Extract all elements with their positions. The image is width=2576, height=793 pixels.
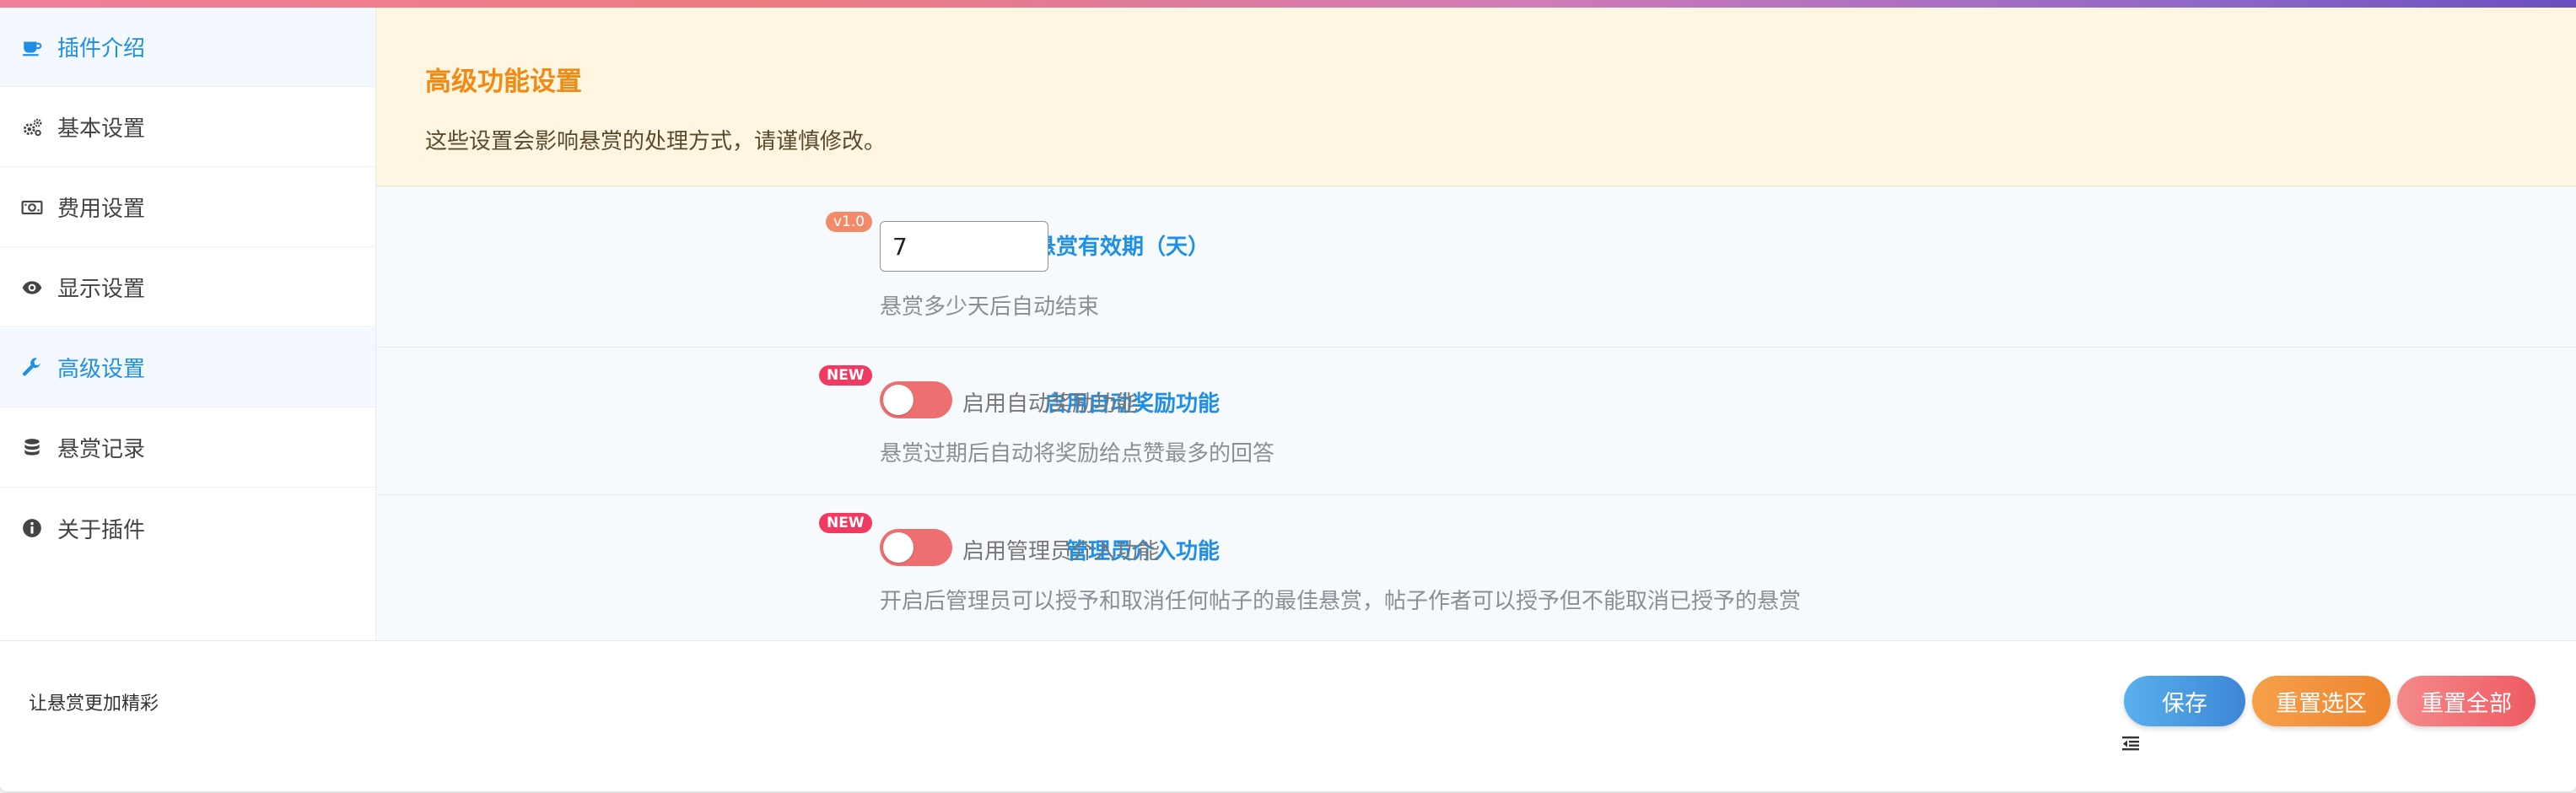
reset-section-button[interactable]: 重置选区 xyxy=(2252,676,2390,726)
new-badge: NEW xyxy=(819,365,872,386)
cogs-icon xyxy=(20,116,44,139)
sidebar-item-intro[interactable]: 插件介绍 xyxy=(0,8,375,87)
field-label-expiry: 悬赏有效期（天） xyxy=(1033,235,1210,260)
save-button[interactable]: 保存 xyxy=(2124,676,2245,726)
info-icon xyxy=(20,516,44,540)
main-content: 高级功能设置 这些设置会影响悬赏的处理方式，请谨慎修改。 悬赏有效期（天） v1… xyxy=(376,8,2576,640)
database-icon xyxy=(20,436,44,460)
sidebar-item-label: 显示设置 xyxy=(57,277,146,302)
notice-box: 高级功能设置 这些设置会影响悬赏的处理方式，请谨慎修改。 xyxy=(376,8,2576,186)
wrench-icon xyxy=(20,356,44,380)
sidebar: 插件介绍 基本设置 费用设置 显示设置 高级设置 悬赏记录 关于插件 xyxy=(0,8,376,640)
sidebar-item-basic[interactable]: 基本设置 xyxy=(0,88,375,167)
sidebar-item-label: 插件介绍 xyxy=(57,36,146,62)
admin-intervene-toggle[interactable] xyxy=(880,529,952,566)
sidebar-item-label: 悬赏记录 xyxy=(57,437,146,462)
sidebar-item-display[interactable]: 显示设置 xyxy=(0,248,375,327)
version-badge: v1.0 xyxy=(826,212,873,232)
money-icon xyxy=(20,196,44,219)
field-description-admin-intervene: 开启后管理员可以授予和取消任何帖子的最佳悬赏，帖子作者可以授予但不能取消已授予的… xyxy=(880,589,1802,614)
collapse-menu-icon[interactable] xyxy=(2121,733,2141,753)
sidebar-item-label: 基本设置 xyxy=(57,116,146,142)
field-description-expiry: 悬赏多少天后自动结束 xyxy=(880,294,1100,320)
coffee-icon xyxy=(20,35,44,59)
admin-intervene-toggle-label[interactable]: 启用管理员介入功能 xyxy=(962,534,1160,565)
settings-panel: 插件介绍 基本设置 费用设置 显示设置 高级设置 悬赏记录 关于插件 高级功能设… xyxy=(0,0,2576,791)
new-badge: NEW xyxy=(819,513,872,533)
field-description-auto-reward: 悬赏过期后自动将奖励给点赞最多的回答 xyxy=(880,441,1275,467)
auto-reward-toggle[interactable] xyxy=(880,381,952,418)
sidebar-item-records[interactable]: 悬赏记录 xyxy=(0,408,375,488)
notice-title: 高级功能设置 xyxy=(425,67,582,97)
footer: 让悬赏更加精彩 保存 重置选区 重置全部 xyxy=(0,640,2576,791)
sidebar-item-label: 关于插件 xyxy=(57,517,146,543)
expiry-days-input[interactable]: 7 xyxy=(880,221,1048,272)
field-row-admin-intervene: 管理员介入功能 NEW 启用管理员介入功能 开启后管理员可以授予和取消任何帖子的… xyxy=(376,496,2576,640)
field-row-auto-reward: 启用自动奖励功能 NEW 启用自动奖励功能 悬赏过期后自动将奖励给点赞最多的回答 xyxy=(376,348,2576,495)
top-gradient-bar xyxy=(0,0,2576,8)
auto-reward-toggle-label[interactable]: 启用自动奖励功能 xyxy=(962,386,1138,418)
sidebar-item-advanced[interactable]: 高级设置 xyxy=(0,328,375,407)
eye-icon xyxy=(20,276,44,299)
sidebar-item-label: 高级设置 xyxy=(57,357,146,382)
notice-text: 这些设置会影响悬赏的处理方式，请谨慎修改。 xyxy=(425,129,887,154)
footer-slogan: 让悬赏更加精彩 xyxy=(29,693,159,715)
sidebar-item-fees[interactable]: 费用设置 xyxy=(0,168,375,247)
sidebar-item-label: 费用设置 xyxy=(57,197,146,222)
field-row-expiry: 悬赏有效期（天） v1.0 7 悬赏多少天后自动结束 xyxy=(376,187,2576,348)
sidebar-item-about[interactable]: 关于插件 xyxy=(0,488,375,568)
reset-all-button[interactable]: 重置全部 xyxy=(2397,676,2536,726)
